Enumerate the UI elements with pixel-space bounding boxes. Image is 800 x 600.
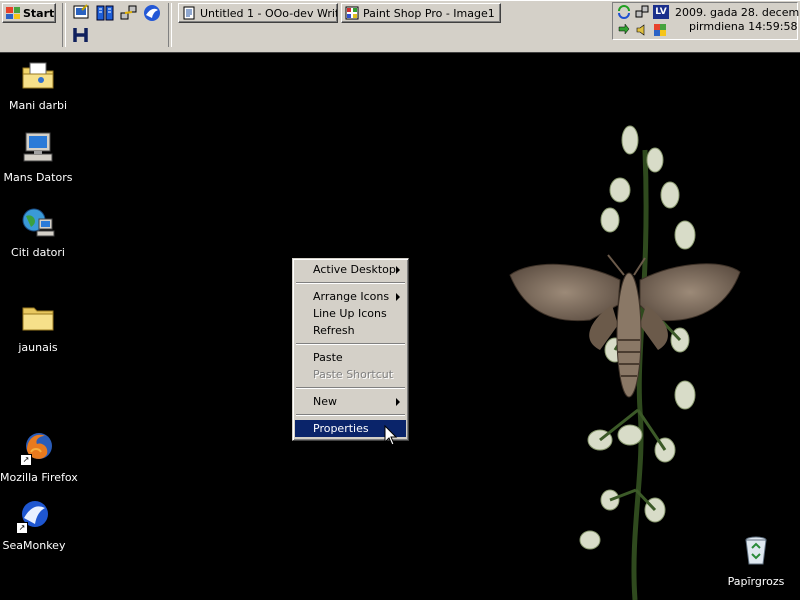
clock-date[interactable]: 2009. gada 28. decembris — [675, 6, 800, 19]
folder-icon — [22, 307, 54, 331]
task-button-paint-shop-pro[interactable]: Paint Shop Pro - Image1 — [341, 3, 501, 23]
menu-item-label: Active Desktop — [313, 263, 396, 276]
submenu-arrow-icon — [396, 266, 400, 274]
menu-separator — [296, 387, 405, 389]
desktop-icon-label: Mani darbi — [8, 99, 68, 112]
taskbar: Start Untitled 1 - OOo-dev Writer Paint … — [0, 0, 800, 53]
seamonkey-icon[interactable] — [143, 4, 161, 22]
menu-item-label: Refresh — [313, 324, 355, 337]
menu-separator — [296, 343, 405, 345]
network-icon[interactable] — [120, 4, 138, 22]
h-icon[interactable] — [72, 26, 90, 44]
menu-item-active-desktop[interactable]: Active Desktop — [295, 261, 406, 278]
writer-document-icon — [183, 6, 195, 20]
mouse-pointer-icon — [384, 425, 398, 446]
desktop-icon-label: Mans Dators — [3, 171, 73, 184]
task-button-writer[interactable]: Untitled 1 - OOo-dev Writer — [178, 3, 338, 23]
paint-shop-pro-icon — [345, 6, 359, 20]
taskbar-separator — [62, 3, 66, 47]
recycle-bin-icon — [745, 536, 767, 565]
menu-item-label: Paste — [313, 351, 343, 364]
desktop-icon-papirgrozs[interactable]: Papīrgrozs — [718, 534, 794, 588]
clock-time[interactable]: pirmdiena 14:59:58 — [689, 20, 798, 33]
taskbar-separator — [168, 3, 172, 47]
sync-icon[interactable] — [617, 5, 631, 19]
desktop-context-menu: Active Desktop Arrange Icons Line Up Ico… — [292, 258, 409, 441]
network-places-icon — [22, 208, 55, 237]
menu-item-label: Line Up Icons — [313, 307, 387, 320]
menu-item-arrange-icons[interactable]: Arrange Icons — [295, 288, 406, 305]
menu-item-label: Arrange Icons — [313, 290, 390, 303]
desktop-icon[interactable] — [72, 4, 90, 22]
menu-item-label: Paste Shortcut — [313, 368, 394, 381]
windows-logo-icon — [6, 7, 20, 19]
task-button-label: Untitled 1 - OOo-dev Writer — [200, 6, 338, 20]
desktop-icon-citi-datori[interactable]: Citi datori — [0, 205, 76, 259]
connection-icon[interactable] — [617, 23, 631, 37]
desktop-icon-mozilla-firefox[interactable]: ↗ Mozilla Firefox — [0, 430, 78, 484]
menu-item-line-up-icons[interactable]: Line Up Icons — [295, 305, 406, 322]
menu-separator — [296, 414, 405, 416]
my-documents-folder-icon — [22, 62, 54, 89]
menu-item-paste[interactable]: Paste — [295, 349, 406, 366]
desktop-icon-label: SeaMonkey — [2, 539, 66, 552]
menu-item-refresh[interactable]: Refresh — [295, 322, 406, 339]
my-computer-icon — [23, 132, 53, 162]
desktop-screen[interactable]: Start Untitled 1 - OOo-dev Writer Paint … — [0, 0, 800, 600]
desktop-icon-label: Mozilla Firefox — [0, 471, 78, 484]
desktop-icon-label: Papīrgrozs — [727, 575, 785, 588]
volume-icon[interactable] — [635, 23, 649, 37]
network-tray-icon[interactable] — [635, 5, 649, 19]
desktop-icon-jaunais[interactable]: jaunais — [0, 300, 76, 354]
menu-item-label: New — [313, 395, 337, 408]
desktop-icon-seamonkey[interactable]: ↗ SeaMonkey — [0, 498, 72, 552]
desktop-icon-label: Citi datori — [11, 246, 65, 259]
submenu-arrow-icon — [396, 398, 400, 406]
start-label: Start — [23, 6, 55, 20]
start-button[interactable]: Start — [2, 3, 56, 23]
wallpaper-moth-orchid — [509, 125, 741, 600]
language-indicator[interactable]: LV — [653, 5, 669, 19]
menu-item-label: Properties — [313, 422, 369, 435]
system-tray: LV 2009. gada 28. decembris pirmdiena 14… — [612, 2, 800, 40]
task-button-label: Paint Shop Pro - Image1 — [363, 6, 495, 20]
menu-item-new[interactable]: New — [295, 393, 406, 410]
shortcut-arrow-icon: ↗ — [16, 522, 28, 534]
submenu-arrow-icon — [396, 293, 400, 301]
menu-separator — [296, 282, 405, 284]
menu-item-paste-shortcut[interactable]: Paste Shortcut — [295, 366, 406, 383]
desktop-icon-label: jaunais — [18, 341, 58, 354]
desktop-icon-mani-darbi[interactable]: Mani darbi — [0, 58, 76, 112]
desktop-icon-mans-dators[interactable]: Mans Dators — [0, 130, 76, 184]
windows-flag-icon[interactable] — [653, 23, 667, 37]
shortcut-arrow-icon: ↗ — [20, 454, 32, 466]
book-icon[interactable] — [96, 4, 114, 22]
